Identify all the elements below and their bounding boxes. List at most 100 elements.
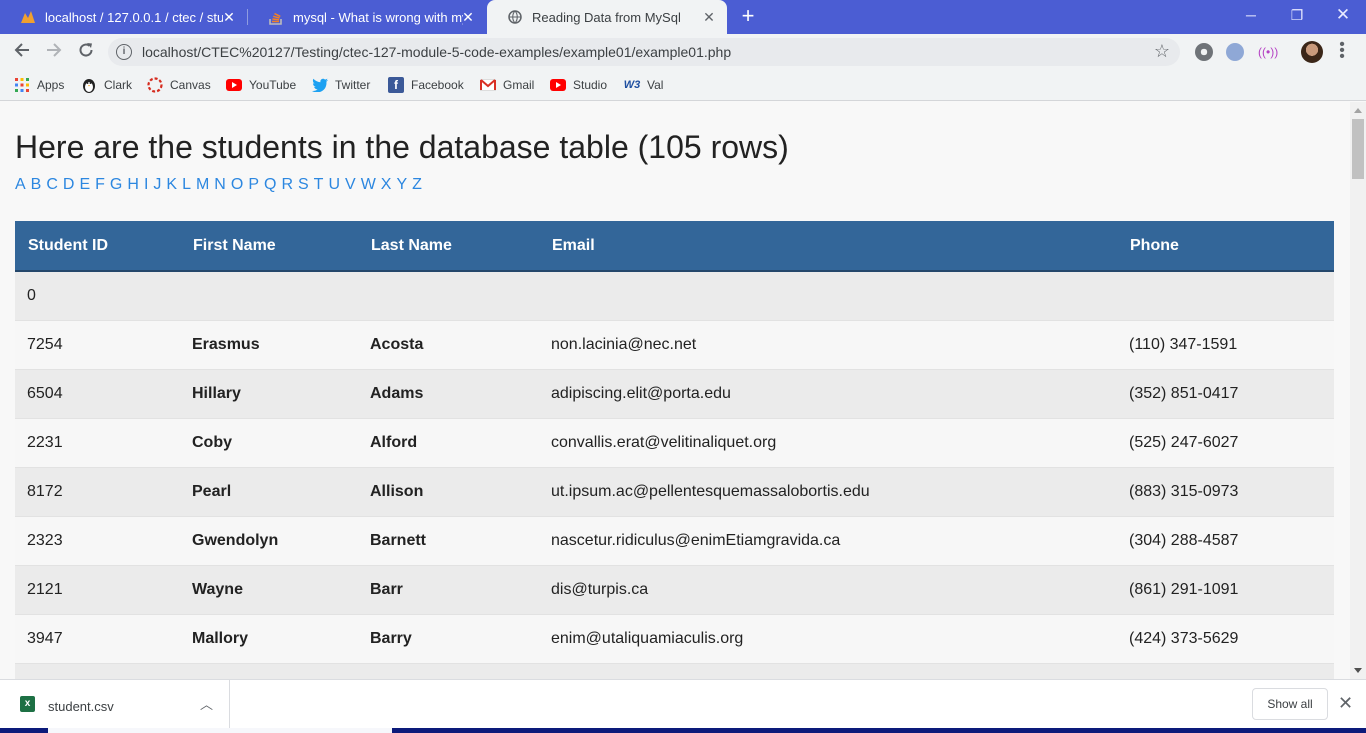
download-item[interactable]: x student.csv ︿	[0, 680, 230, 729]
cell-last-name	[358, 663, 539, 679]
table-row: 8172 Pearl Allison ut.ipsum.ac@pellentesque…	[15, 467, 1334, 516]
new-tab-button[interactable]: +	[737, 5, 759, 28]
bookmark-apps[interactable]: Apps	[14, 76, 64, 94]
cell-email: enim@utaliquamiaculis.org	[551, 629, 744, 647]
letter-link-a[interactable]: A	[15, 176, 26, 193]
letter-link-m[interactable]: M	[196, 176, 209, 193]
letter-link-n[interactable]: N	[214, 176, 226, 193]
address-bar[interactable]: i localhost/CTEC%20127/Testing/ctec-127-…	[108, 38, 1180, 66]
tab-title: localhost / 127.0.0.1 / ctec / student |…	[45, 9, 223, 25]
cell-phone	[1117, 663, 1334, 679]
cell-last-name: Adams	[370, 384, 424, 402]
site-info-icon[interactable]: i	[116, 44, 132, 60]
letter-link-r[interactable]: R	[281, 176, 293, 193]
cell-phone: (861) 291-1091	[1129, 580, 1239, 598]
taskbar-edge	[0, 728, 1366, 733]
bookmark-star-icon[interactable]: ☆	[1154, 41, 1170, 62]
bookmark-label: Twitter	[335, 78, 371, 92]
table-row: 2121 Wayne Barr dis@turpis.ca (861) 291-1091	[15, 565, 1334, 614]
close-tab-icon[interactable]: ✕	[701, 9, 717, 25]
letter-link-f[interactable]: F	[95, 176, 105, 193]
extension-broadcast-icon[interactable]: ((•))	[1258, 43, 1278, 61]
bookmark-gmail[interactable]: Gmail	[480, 76, 534, 94]
letter-link-e[interactable]: E	[79, 176, 90, 193]
gmail-icon	[480, 77, 496, 93]
cell-student-id: 7254	[27, 335, 63, 353]
letter-link-l[interactable]: L	[182, 176, 191, 193]
browser-menu-icon[interactable]: • • •	[1337, 37, 1347, 65]
extension-quill-icon[interactable]	[1226, 43, 1244, 61]
restore-button[interactable]: ❐	[1274, 0, 1320, 30]
table-row: 3947 Mallory Barry enim@utaliquamiaculis.or…	[15, 614, 1334, 663]
letter-link-w[interactable]: W	[361, 176, 376, 193]
letter-link-h[interactable]: H	[127, 176, 139, 193]
forward-button[interactable]	[42, 40, 66, 64]
cell-phone: (883) 315-0973	[1129, 482, 1239, 500]
clark-penguin-icon	[81, 77, 97, 93]
letter-link-v[interactable]: V	[345, 176, 356, 193]
letter-link-y[interactable]: Y	[396, 176, 407, 193]
cell-phone: (304) 288-4587	[1129, 531, 1239, 549]
cell-email: nascetur.ridiculus@enimEtiamgravida.ca	[551, 531, 841, 549]
cell-last-name: Barr	[370, 580, 403, 598]
cell-student-id: 6504	[27, 384, 63, 402]
tab-phpmyadmin[interactable]: localhost / 127.0.0.1 / ctec / student |…	[0, 0, 247, 34]
bookmark-studio[interactable]: Studio	[550, 76, 607, 94]
letter-link-c[interactable]: C	[46, 176, 58, 193]
cell-first-name: Pearl	[192, 482, 232, 500]
table-row	[15, 663, 1334, 679]
page-title: Here are the students in the database ta…	[15, 129, 789, 165]
back-button[interactable]	[10, 40, 34, 64]
letter-link-d[interactable]: D	[63, 176, 75, 193]
cell-last-name: Acosta	[370, 335, 424, 353]
chevron-up-icon[interactable]: ︿	[200, 694, 213, 713]
reload-button[interactable]	[74, 40, 98, 64]
letter-link-p[interactable]: P	[248, 176, 259, 193]
letter-link-i[interactable]: I	[144, 176, 148, 193]
vertical-scrollbar[interactable]	[1350, 102, 1366, 679]
cell-email: non.lacinia@nec.net	[551, 335, 697, 353]
excel-file-icon: x	[20, 696, 35, 712]
browser-toolbar: i localhost/CTEC%20127/Testing/ctec-127-…	[0, 34, 1366, 70]
close-window-button[interactable]: ✕	[1320, 0, 1366, 30]
close-tab-icon[interactable]: ✕	[221, 9, 237, 25]
letter-link-x[interactable]: X	[381, 176, 392, 193]
letter-link-k[interactable]: K	[166, 176, 177, 193]
cell-email: convallis.erat@velitinaliquet.org	[551, 433, 777, 451]
tab-reading-data[interactable]: Reading Data from MySql ✕	[487, 0, 727, 34]
bookmark-label: Val	[647, 78, 664, 92]
bookmark-canvas[interactable]: Canvas	[147, 76, 211, 94]
extension-gear-icon[interactable]	[1195, 43, 1213, 61]
column-header-phone: Phone	[1130, 236, 1179, 254]
cell-email: adipiscing.elit@porta.edu	[551, 384, 731, 402]
bookmark-youtube[interactable]: YouTube	[226, 76, 296, 94]
scroll-up-arrow-icon[interactable]	[1354, 108, 1362, 113]
show-all-downloads-button[interactable]: Show all	[1252, 688, 1328, 720]
letter-link-g[interactable]: G	[110, 176, 122, 193]
letter-link-j[interactable]: J	[153, 176, 161, 193]
bookmark-val[interactable]: W3 Val	[624, 76, 664, 94]
phpmyadmin-icon	[20, 9, 36, 25]
letter-link-s[interactable]: S	[298, 176, 309, 193]
stackoverflow-icon	[268, 9, 284, 25]
profile-avatar[interactable]	[1301, 41, 1323, 63]
close-tab-icon[interactable]: ✕	[460, 9, 476, 25]
tab-stackoverflow[interactable]: mysql - What is wrong with my SQL? - Sta…	[248, 0, 486, 34]
bookmark-clark[interactable]: Clark	[81, 76, 132, 94]
students-table: Student ID First Name Last Name Email Ph…	[15, 221, 1334, 679]
letter-link-b[interactable]: B	[31, 176, 42, 193]
letter-link-u[interactable]: U	[328, 176, 340, 193]
tab-title: Reading Data from MySql	[532, 9, 681, 25]
scroll-down-arrow-icon[interactable]	[1354, 668, 1362, 673]
scrollbar-thumb[interactable]	[1352, 119, 1364, 179]
letter-link-o[interactable]: O	[231, 176, 243, 193]
close-shelf-icon[interactable]: ✕	[1338, 693, 1353, 714]
minimize-button[interactable]: ─	[1228, 0, 1274, 30]
alphabet-filter-nav: ABCDEFGHIJKLMNOPQRSTUVWXYZ	[15, 176, 427, 194]
bookmark-twitter[interactable]: Twitter	[312, 76, 370, 94]
letter-link-z[interactable]: Z	[412, 176, 422, 193]
letter-link-q[interactable]: Q	[264, 176, 276, 193]
column-header-student-id: Student ID	[28, 236, 108, 254]
letter-link-t[interactable]: T	[314, 176, 324, 193]
bookmark-facebook[interactable]: f Facebook	[388, 76, 464, 94]
